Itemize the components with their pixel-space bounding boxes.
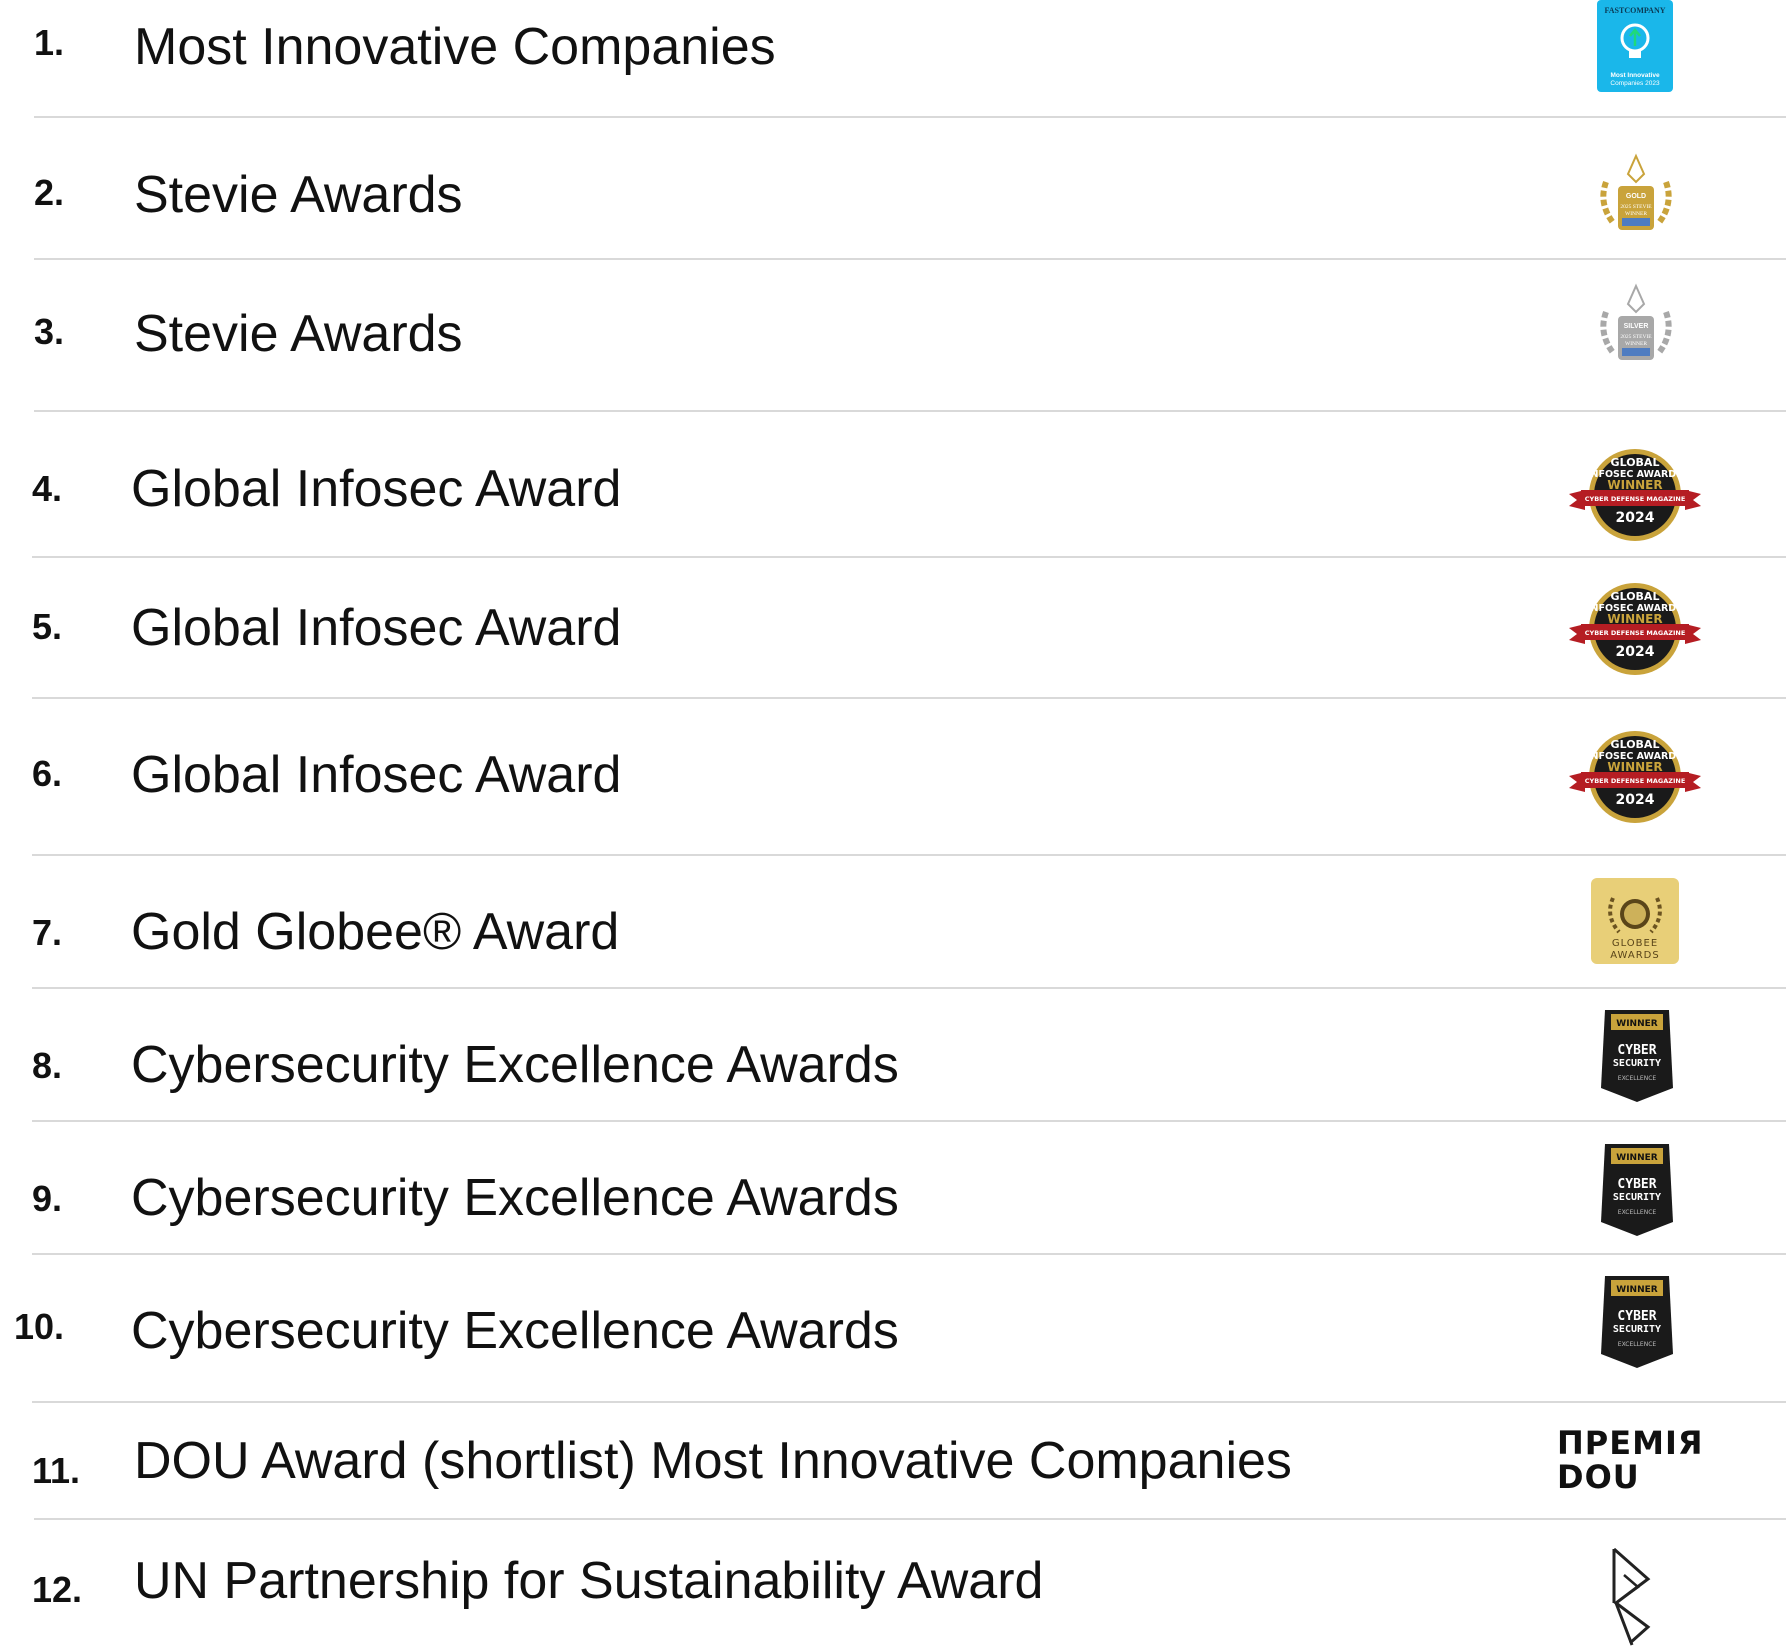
svg-text:ПРЕМІЯ: ПРЕМІЯ	[1557, 1424, 1703, 1462]
award-number: 5.	[32, 606, 63, 647]
svg-text:WINNER: WINNER	[1625, 211, 1647, 217]
award-number: 10.	[14, 1306, 65, 1347]
award-title: Global Infosec Award	[131, 746, 622, 804]
award-number: 12.	[32, 1569, 83, 1610]
svg-text:WINNER: WINNER	[1607, 612, 1662, 626]
svg-text:DOU: DOU	[1557, 1458, 1640, 1492]
stevie-gold-badge: GOLD 2025 STEVIE WINNER	[1592, 152, 1680, 240]
award-title: UN Partnership for Sustainability Award	[134, 1552, 1044, 1610]
award-title: Global Infosec Award	[131, 599, 622, 657]
svg-text:SECURITY: SECURITY	[1613, 1192, 1661, 1203]
row-divider	[34, 258, 1786, 260]
global-infosec-badge: GLOBAL INFOSEC AWARDS WINNER CYBER DEFEN…	[1567, 728, 1703, 826]
svg-text:WINNER: WINNER	[1616, 1019, 1657, 1029]
svg-text:AWARDS: AWARDS	[1610, 950, 1659, 961]
svg-text:EXCELLENCE: EXCELLENCE	[1618, 1341, 1657, 1348]
svg-text:WINNER: WINNER	[1625, 341, 1647, 347]
fast-company-badge: FASTCOMPANY Most Innovative Companies 20…	[1597, 0, 1673, 92]
row-divider	[34, 1518, 1786, 1520]
award-title: Stevie Awards	[134, 166, 463, 224]
award-number: 8.	[32, 1045, 63, 1086]
svg-text:EXCELLENCE: EXCELLENCE	[1618, 1209, 1657, 1216]
row-divider	[32, 697, 1786, 699]
award-number: 4.	[32, 468, 63, 509]
row-divider	[32, 1401, 1786, 1403]
award-title: Global Infosec Award	[131, 460, 622, 518]
award-title: Cybersecurity Excellence Awards	[131, 1169, 899, 1227]
svg-text:GLOBAL: GLOBAL	[1611, 738, 1660, 751]
svg-text:Most Innovative: Most Innovative	[1610, 72, 1660, 79]
cyber-excellence-badge: WINNER CYBER SECURITY EXCELLENCE	[1597, 1138, 1677, 1238]
stevie-silver-badge: SILVER 2025 STEVIE WINNER	[1592, 282, 1680, 370]
row-divider	[32, 556, 1786, 558]
svg-text:CYBER: CYBER	[1617, 1043, 1656, 1058]
svg-text:GLOBAL: GLOBAL	[1611, 590, 1660, 603]
award-number: 3.	[34, 311, 65, 352]
award-number: 9.	[32, 1178, 63, 1219]
svg-text:2025 STEVIE: 2025 STEVIE	[1620, 204, 1652, 210]
award-number: 11.	[32, 1450, 81, 1491]
award-number: 1.	[34, 22, 65, 63]
svg-text:CYBER DEFENSE MAGAZINE: CYBER DEFENSE MAGAZINE	[1585, 629, 1686, 637]
svg-text:WINNER: WINNER	[1616, 1285, 1657, 1295]
svg-text:CYBER: CYBER	[1617, 1309, 1656, 1324]
svg-text:CYBER DEFENSE MAGAZINE: CYBER DEFENSE MAGAZINE	[1585, 495, 1686, 503]
svg-text:WINNER: WINNER	[1616, 1153, 1657, 1163]
un-partnership-logo	[1608, 1545, 1654, 1646]
svg-text:WINNER: WINNER	[1607, 478, 1662, 492]
row-divider	[32, 854, 1786, 856]
svg-text:GLOBEE: GLOBEE	[1612, 938, 1658, 949]
svg-text:2024: 2024	[1616, 510, 1655, 526]
svg-text:CYBER DEFENSE MAGAZINE: CYBER DEFENSE MAGAZINE	[1585, 777, 1686, 785]
svg-text:WINNER: WINNER	[1607, 760, 1662, 774]
svg-text:SECURITY: SECURITY	[1613, 1324, 1661, 1335]
svg-text:2024: 2024	[1616, 644, 1655, 660]
svg-text:FASTCOMPANY: FASTCOMPANY	[1604, 6, 1665, 15]
globee-badge: GLOBEE AWARDS	[1591, 878, 1679, 964]
svg-text:EXCELLENCE: EXCELLENCE	[1618, 1075, 1657, 1082]
global-infosec-badge: GLOBAL INFOSEC AWARDS WINNER CYBER DEFEN…	[1567, 446, 1703, 544]
row-divider	[32, 1253, 1786, 1255]
svg-text:GOLD: GOLD	[1626, 193, 1646, 200]
cyber-excellence-badge: WINNER CYBER SECURITY EXCELLENCE	[1597, 1004, 1677, 1104]
svg-text:SILVER: SILVER	[1624, 323, 1649, 330]
award-title: Cybersecurity Excellence Awards	[131, 1036, 899, 1094]
award-number: 2.	[34, 172, 65, 213]
svg-text:GLOBAL: GLOBAL	[1611, 456, 1660, 469]
svg-text:SECURITY: SECURITY	[1613, 1058, 1661, 1069]
award-title: Gold Globee® Award	[131, 903, 620, 961]
dou-award-logo: ПРЕМІЯ DOU	[1555, 1424, 1720, 1492]
award-title: Stevie Awards	[134, 305, 463, 363]
svg-text:CYBER: CYBER	[1617, 1177, 1656, 1192]
row-divider	[32, 987, 1786, 989]
svg-text:Companies 2023: Companies 2023	[1610, 80, 1660, 87]
row-divider	[34, 116, 1786, 118]
award-title: Most Innovative Companies	[134, 18, 776, 76]
row-divider	[32, 1120, 1786, 1122]
award-number: 6.	[32, 753, 63, 794]
cyber-excellence-badge: WINNER CYBER SECURITY EXCELLENCE	[1597, 1270, 1677, 1370]
global-infosec-badge: GLOBAL INFOSEC AWARDS WINNER CYBER DEFEN…	[1567, 580, 1703, 678]
row-divider	[34, 410, 1786, 412]
award-title: Cybersecurity Excellence Awards	[131, 1302, 899, 1360]
svg-text:2024: 2024	[1616, 792, 1655, 808]
award-number: 7.	[32, 912, 63, 953]
award-title: DOU Award (shortlist) Most Innovative Co…	[134, 1432, 1292, 1490]
svg-text:2025 STEVIE: 2025 STEVIE	[1620, 334, 1652, 340]
